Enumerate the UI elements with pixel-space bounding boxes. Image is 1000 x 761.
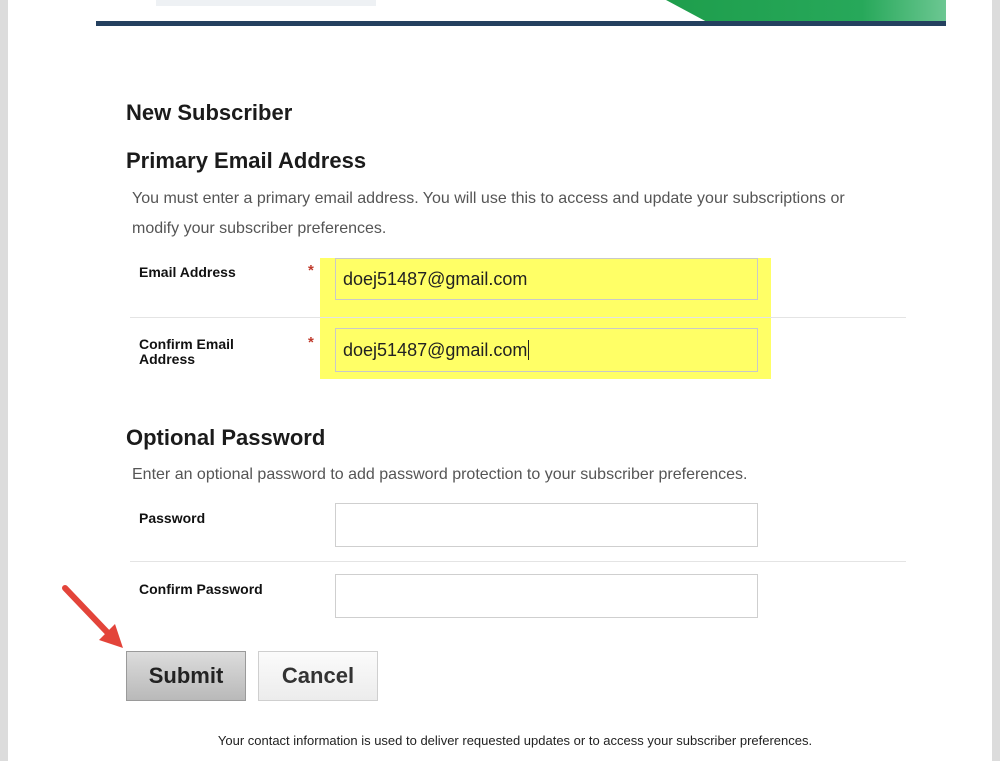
header-banner — [96, 0, 946, 26]
password-field[interactable] — [335, 503, 758, 547]
required-marker: * — [308, 334, 314, 351]
email-address-field[interactable]: doej51487@gmail.com — [335, 258, 758, 300]
email-address-label: Email Address — [139, 264, 236, 280]
primary-email-heading: Primary Email Address — [126, 148, 367, 173]
optional-password-heading: Optional Password — [126, 425, 326, 450]
banner-green-stripe — [666, 0, 946, 21]
confirm-email-value: doej51487@gmail.com — [343, 339, 528, 360]
confirm-password-label: Confirm Password — [139, 581, 263, 597]
confirm-password-field[interactable] — [335, 574, 758, 618]
submit-button[interactable]: Submit — [126, 651, 246, 701]
cancel-button[interactable]: Cancel — [258, 651, 378, 701]
arrow-pointer-icon — [62, 585, 123, 648]
row-divider — [130, 561, 906, 562]
password-label: Password — [139, 510, 206, 526]
banner-dark-rule — [96, 21, 946, 26]
email-address-value: doej51487@gmail.com — [343, 268, 528, 289]
text-caret — [528, 340, 530, 360]
required-marker: * — [308, 262, 314, 279]
footer-note: Your contact information is used to deli… — [217, 733, 813, 748]
optional-password-description: Enter an optional password to add passwo… — [132, 466, 748, 483]
row-divider — [130, 317, 906, 318]
form-title: New Subscriber — [126, 100, 293, 125]
banner-faint-strip — [156, 0, 376, 6]
confirm-email-field[interactable]: doej51487@gmail.com — [335, 328, 758, 372]
primary-email-description: You must enter a primary email address. … — [132, 190, 845, 237]
confirm-email-label: Confirm Email Address — [139, 336, 234, 367]
